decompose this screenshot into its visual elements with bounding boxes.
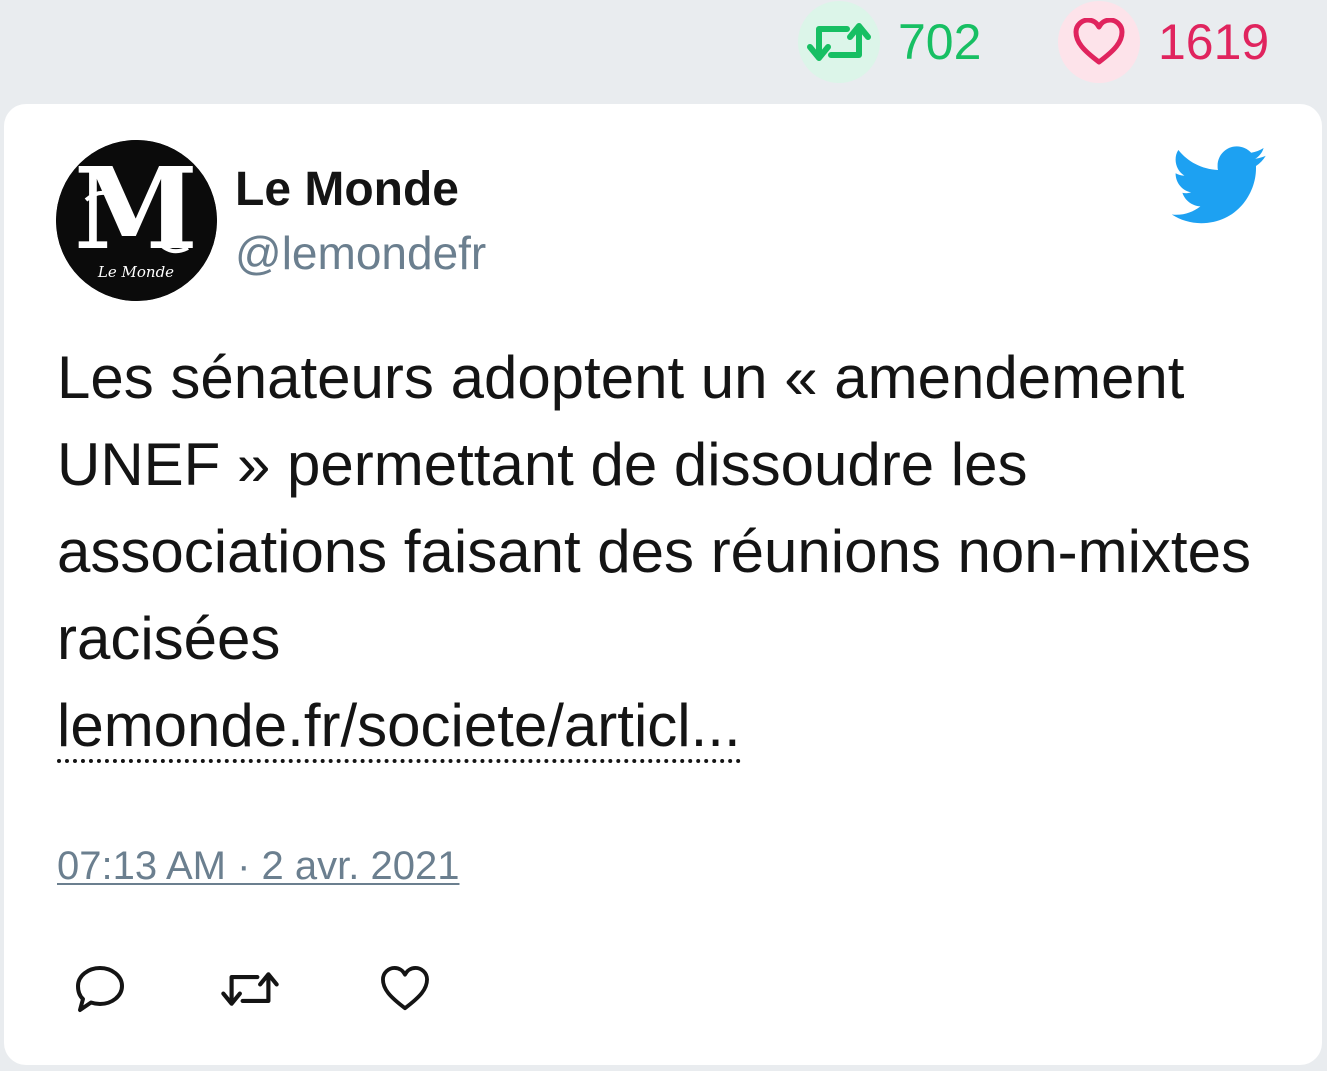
like-stat[interactable]: 1619	[1058, 0, 1269, 84]
like-button[interactable]	[375, 959, 435, 1019]
le-monde-logo: M Le Monde	[56, 140, 217, 301]
tweet-body: Les sénateurs adoptent un « amendement U…	[57, 344, 1251, 672]
retweet-icon	[221, 972, 279, 1006]
engagement-stats-bar: 702 1619	[0, 0, 1327, 100]
author-handle[interactable]: @lemondefr	[235, 230, 486, 276]
svg-text:M: M	[74, 144, 198, 275]
like-count: 1619	[1158, 14, 1270, 70]
tweet-actions	[4, 959, 1322, 1019]
retweet-count: 702	[898, 14, 982, 70]
tweet-timestamp[interactable]: 07:13 AM · 2 avr. 2021	[57, 844, 459, 889]
twitter-bird-icon[interactable]	[1171, 146, 1268, 226]
tweet-text: Les sénateurs adoptent un « amendement U…	[57, 334, 1277, 769]
tweet-card: M Le Monde Le Monde @lemondefr Les sénat…	[4, 104, 1322, 1065]
heart-icon	[381, 966, 429, 1011]
reply-button[interactable]	[70, 959, 130, 1019]
author-avatar[interactable]: M Le Monde	[56, 140, 217, 301]
author-name[interactable]: Le Monde	[235, 166, 459, 214]
retweet-button[interactable]	[220, 959, 280, 1019]
svg-text:Le Monde: Le Monde	[97, 263, 174, 281]
like-stat-icon	[1058, 1, 1140, 83]
retweet-stat[interactable]: 702	[798, 0, 981, 84]
reply-icon	[76, 966, 124, 1012]
tweet-link[interactable]: lemonde.fr/societe/articl...	[57, 692, 741, 763]
retweet-stat-icon	[798, 1, 880, 83]
